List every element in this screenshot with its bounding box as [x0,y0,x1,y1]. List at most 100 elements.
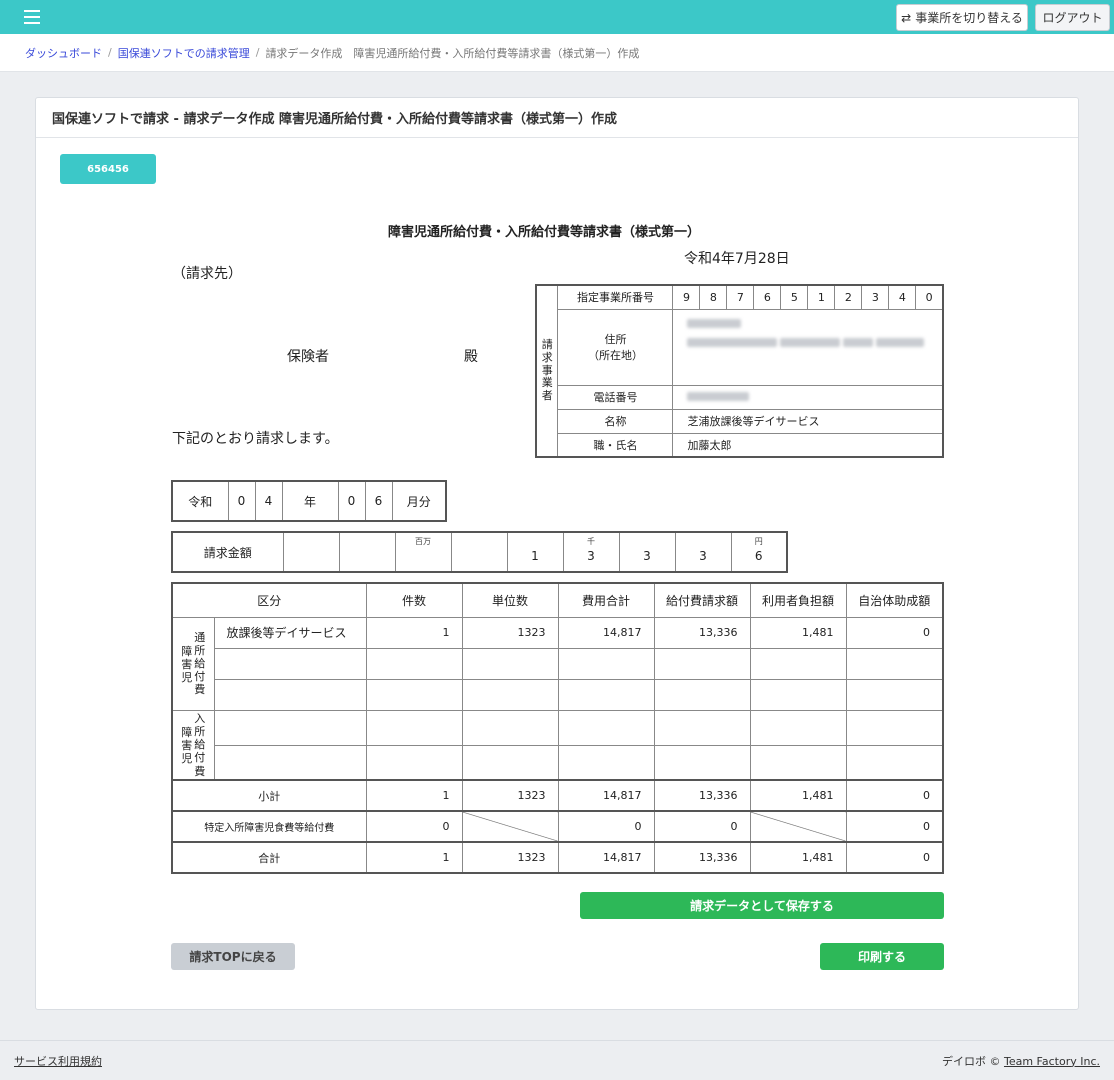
terms-link[interactable]: サービス利用規約 [14,1053,102,1069]
office-digit: 6 [753,284,782,310]
service-benefit: 13,336 [653,616,751,649]
year-digit: 0 [227,480,256,522]
breadcrumb-dashboard-link[interactable]: ダッシュボード [25,45,102,61]
subtotal-count: 1 [365,779,463,812]
amount-digit-cell [450,531,508,573]
switch-office-button[interactable]: ⇄ 事業所を切り替える [896,4,1028,31]
subtotal-units: 1323 [461,779,559,812]
office-digit: 2 [834,284,863,310]
special-benefit: 0 [653,810,751,843]
name-label: 名称 [557,408,674,434]
main-card: 国保連ソフトで請求 - 請求データ作成 障害児通所給付費・入所給付費等請求書（様… [35,97,1079,1010]
subtotal-row: 小計 1 1323 14,817 13,336 1,481 0 [171,779,944,812]
office-digit: 0 [915,284,944,310]
service-cost: 14,817 [557,616,655,649]
total-subsidy: 0 [845,841,944,874]
breadcrumb-separator: / [108,46,112,59]
header-user-burden: 利用者負担額 [749,582,847,618]
request-text: 下記のとおり請求します。 [172,431,339,447]
id-badge: 656456 [60,154,156,184]
breadcrumb-billing-link[interactable]: 国保連ソフトでの請求管理 [118,45,250,61]
office-digit: 8 [699,284,728,310]
header-cost: 費用合計 [557,582,655,618]
footer: サービス利用規約 デイロボ © Team Factory Inc. [0,1040,1114,1080]
office-digit: 9 [672,284,701,310]
total-benefit: 13,336 [653,841,751,874]
office-digit: 1 [807,284,836,310]
breadcrumb-separator: / [255,46,260,59]
logout-button[interactable]: ログアウト [1035,4,1110,31]
era-label: 令和 [171,480,229,522]
copyright: デイロボ © Team Factory Inc. [941,1054,1100,1068]
amount-digit-cell: 円6 [730,531,788,573]
company-link[interactable]: Team Factory Inc. [1004,1055,1100,1068]
special-row: 特定入所障害児食費等給付費 0 0 0 0 [171,810,944,843]
total-units: 1323 [461,841,559,874]
office-digit: 5 [780,284,809,310]
header-count: 件数 [365,582,463,618]
honorific-label: 殿 [464,349,478,365]
menu-icon[interactable] [24,10,40,24]
insurer-label: 保険者 [287,349,329,365]
year-digit: 4 [254,480,283,522]
summary-table: 区分 件数 単位数 費用合計 給付費請求額 利用者負担額 自治体助成額 障害児 … [171,582,944,874]
table-row [172,678,944,711]
representative-label: 職・氏名 [557,432,674,458]
special-user-na [749,810,847,843]
service-count: 1 [365,616,463,649]
month-digit: 0 [337,480,366,522]
special-subsidy: 0 [845,810,944,843]
print-button[interactable]: 印刷する [820,943,944,970]
table-row [172,647,944,680]
address-value-redacted [672,308,944,386]
total-count: 1 [365,841,463,874]
amount-digit-cell: 3 [618,531,676,573]
service-user-burden: 1,481 [749,616,847,649]
office-digit: 7 [726,284,755,310]
group-residential-label: 障害児 入所給付費 [171,709,215,781]
swap-arrows-icon: ⇄ [901,10,912,25]
phone-label: 電話番号 [557,384,674,410]
period-table: 令和 0 4 年 0 6 月分 [171,480,447,522]
back-to-billing-top-button[interactable]: 請求TOPに戻る [171,943,295,970]
form-title: 障害児通所給付費・入所給付費等請求書（様式第一） [388,225,701,240]
card-title: 国保連ソフトで請求 - 請求データ作成 障害児通所給付費・入所給付費等請求書（様… [36,98,1078,138]
subtotal-cost: 14,817 [557,779,655,812]
total-row: 合計 1 1323 14,817 13,336 1,481 0 [171,841,944,874]
month-digit: 6 [364,480,393,522]
provider-table: 請 求 事 業 者 指定事業所番号 9 8 7 6 5 1 2 3 4 0 住所… [535,284,944,458]
amount-digit-cell: 1 [506,531,564,573]
month-label: 月分 [391,480,447,522]
total-user-burden: 1,481 [749,841,847,874]
amount-digit-cell: 百万 [394,531,452,573]
bill-to-label: （請求先） [172,266,242,282]
total-cost: 14,817 [557,841,655,874]
group-day-service-label: 障害児 通所給付費 [171,616,215,711]
representative-value: 加藤太郎 [672,432,944,458]
special-cost: 0 [557,810,655,843]
amount-digit-cell [338,531,396,573]
header-subsidy: 自治体助成額 [845,582,944,618]
amount-digit-cell: 千3 [562,531,620,573]
amount-table: 請求金額 百万 1 千3 3 3 円6 [171,531,788,573]
save-billing-data-button[interactable]: 請求データとして保存する [580,892,944,919]
address-label: 住所 （所在地） [557,308,674,386]
provider-vertical-label: 請 求 事 業 者 [535,284,559,458]
subtotal-subsidy: 0 [845,779,944,812]
amount-digit-cell: 3 [674,531,732,573]
subtotal-benefit: 13,336 [653,779,751,812]
table-row [172,744,944,781]
breadcrumb: ダッシュボード / 国保連ソフトでの請求管理 / 請求データ作成 障害児通所給付… [0,34,1114,72]
header-benefit: 給付費請求額 [653,582,751,618]
name-value: 芝浦放課後等デイサービス [672,408,944,434]
office-digit: 4 [888,284,917,310]
switch-office-label: 事業所を切り替える [915,11,1023,25]
special-label: 特定入所障害児食費等給付費 [171,810,367,843]
header-units: 単位数 [461,582,559,618]
amount-label: 請求金額 [171,531,284,573]
subtotal-user-burden: 1,481 [749,779,847,812]
phone-value-redacted [672,384,944,410]
breadcrumb-current: 請求データ作成 障害児通所給付費・入所給付費等請求書（様式第一）作成 [265,46,640,60]
special-units-na [461,810,559,843]
special-count: 0 [365,810,463,843]
